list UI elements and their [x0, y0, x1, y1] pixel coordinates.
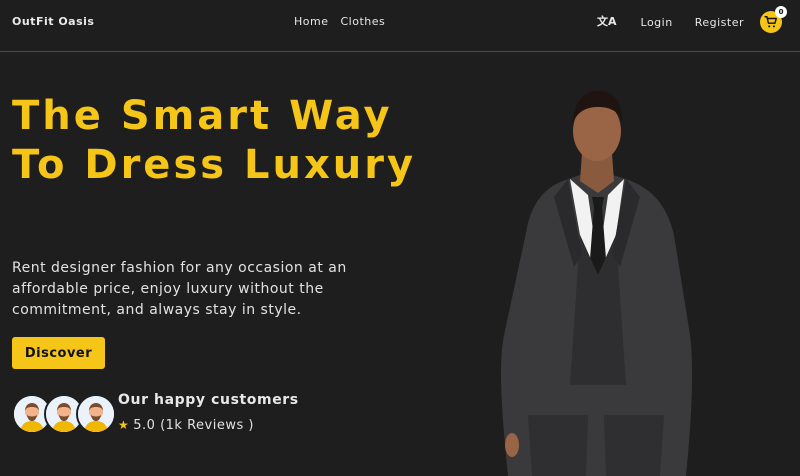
cart-button[interactable]: 0 — [760, 6, 787, 33]
navbar: OutFit Oasis Home Clothes 文A Login Regis… — [0, 0, 800, 52]
cart-count-badge: 0 — [775, 6, 787, 18]
customers-label: Our happy customers — [118, 392, 299, 408]
brand-logo[interactable]: OutFit Oasis — [12, 15, 94, 28]
register-link[interactable]: Register — [695, 16, 744, 29]
rating-value: 5.0 — [133, 418, 156, 433]
login-link[interactable]: Login — [641, 16, 673, 29]
rating: ★ 5.0 (1k Reviews ) — [118, 418, 254, 433]
hero-title: The Smart Way To Dress Luxury — [12, 93, 417, 188]
nav-links: Home Clothes — [294, 15, 385, 28]
cart-icon — [764, 16, 777, 28]
translate-icon[interactable]: 文A — [597, 12, 617, 32]
discover-button[interactable]: Discover — [12, 337, 105, 369]
customer-avatars — [12, 394, 118, 434]
nav-link-clothes[interactable]: Clothes — [340, 15, 385, 28]
star-icon: ★ — [118, 418, 130, 432]
nav-link-home[interactable]: Home — [294, 15, 328, 28]
hero-model-image — [501, 91, 693, 476]
review-count: (1k Reviews ) — [160, 418, 254, 433]
avatar — [76, 394, 116, 434]
hero-subtitle: Rent designer fashion for any occasion a… — [12, 260, 347, 318]
nav-actions: 文A Login Register 0 — [597, 6, 787, 33]
